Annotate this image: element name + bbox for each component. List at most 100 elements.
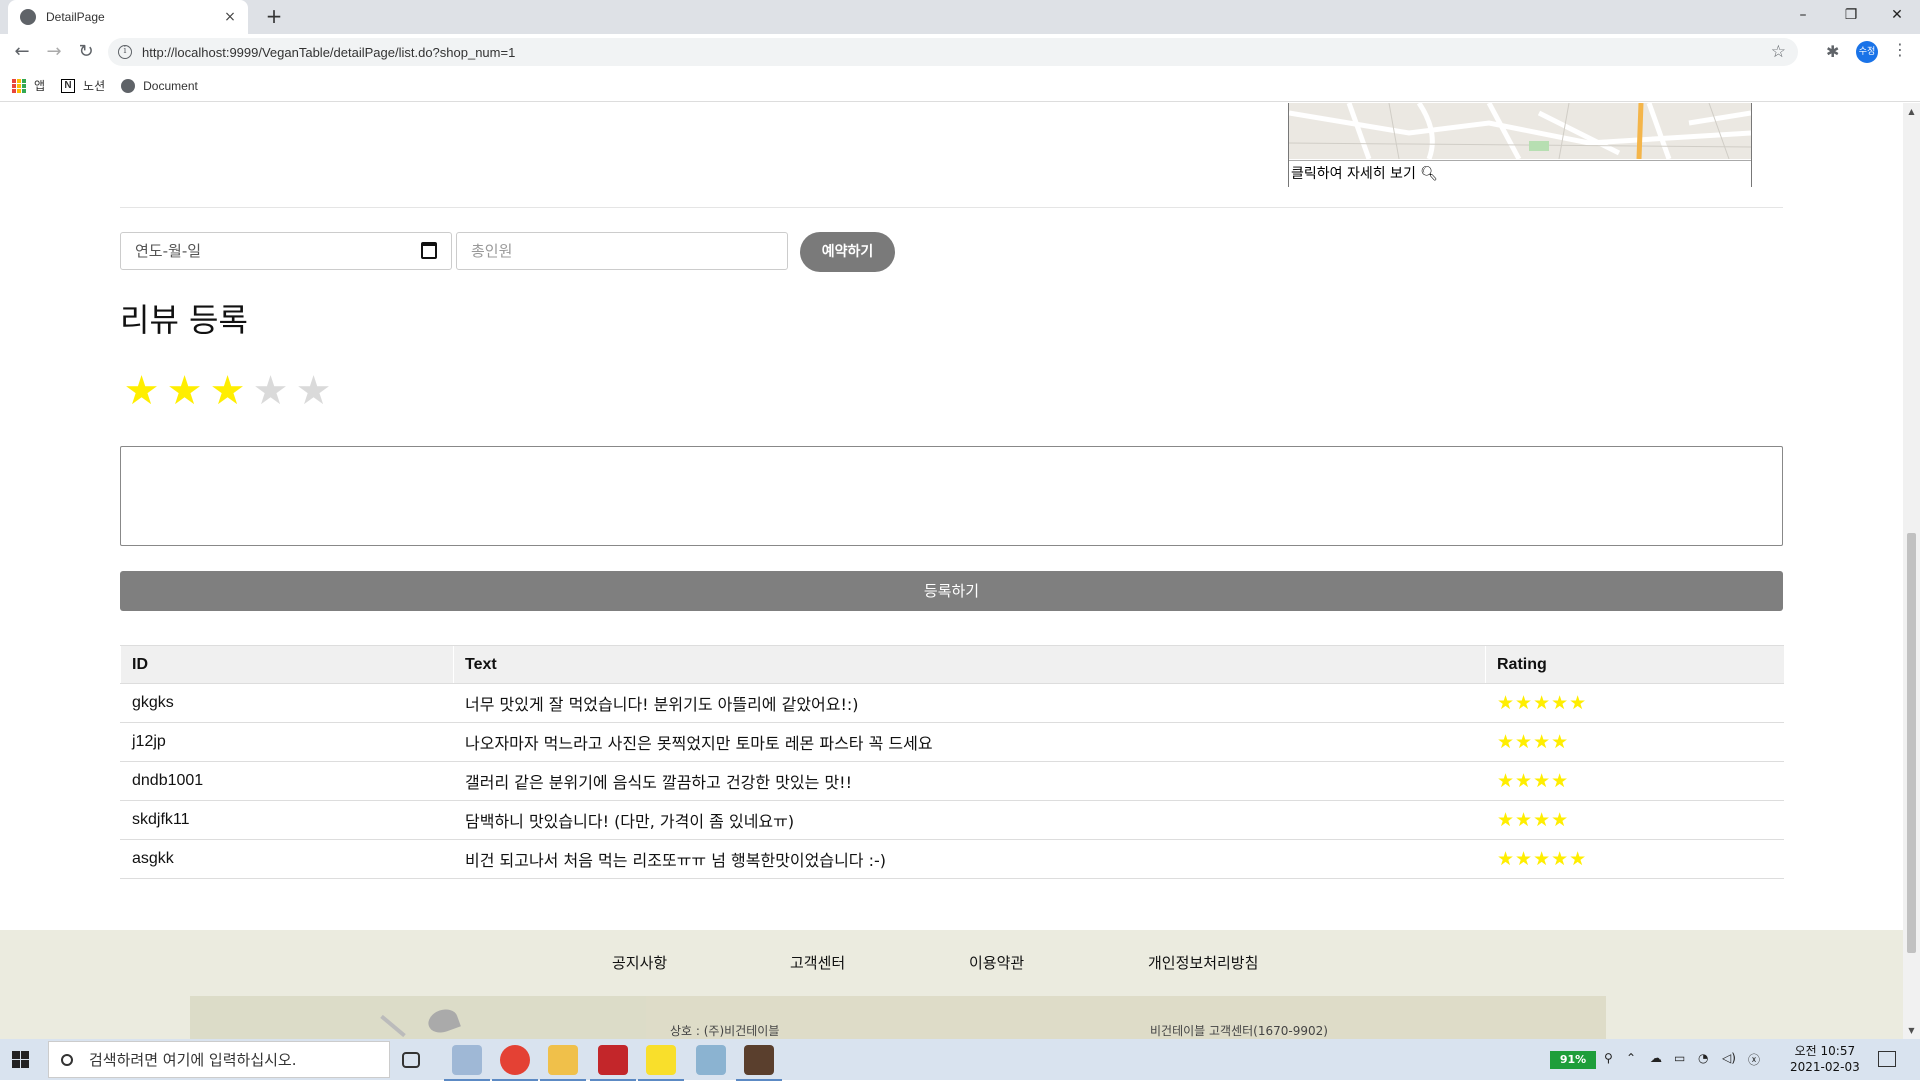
bookmark-notion[interactable]: N 노션: [61, 77, 105, 94]
scroll-up-arrow-icon[interactable]: ▲: [1903, 103, 1920, 120]
map-widget[interactable]: 클릭하여 자세히 보기 🔍︎: [1288, 103, 1752, 188]
date-placeholder: 연도-월-일: [135, 242, 202, 260]
review-text-cell: 비건 되고나서 처음 먹는 리조또ㅠㅠ 넘 행복한맛이었습니다 :-): [453, 839, 1486, 879]
notification-icon[interactable]: [1878, 1051, 1896, 1067]
extensions-puzzle-icon[interactable]: ✱: [1826, 42, 1839, 61]
url-text[interactable]: http://localhost:9999/VeganTable/detailP…: [142, 45, 1771, 60]
back-arrow-icon[interactable]: ←: [10, 40, 34, 64]
close-window-button[interactable]: ✕: [1874, 0, 1920, 30]
review-id-cell: j12jp: [120, 722, 454, 762]
chrome-icon[interactable]: [492, 1045, 538, 1081]
file-explorer-icon[interactable]: [540, 1045, 586, 1081]
zoom-in-icon: 🔍︎: [1420, 166, 1439, 182]
reserve-button[interactable]: 예약하기: [800, 232, 895, 272]
submit-review-button[interactable]: 등록하기: [120, 571, 1783, 611]
tray-icon[interactable]: ⚲: [1604, 1051, 1613, 1065]
map-image[interactable]: [1289, 103, 1751, 159]
leaf-icon: [425, 1005, 461, 1037]
taskbar-search-box[interactable]: 검색하려면 여기에 입력하십시오.: [48, 1041, 390, 1078]
restore-button[interactable]: ❐: [1828, 0, 1874, 30]
reservation-date-input[interactable]: 연도-월-일: [120, 232, 452, 270]
volume-icon[interactable]: ◁): [1722, 1051, 1736, 1065]
review-text-cell: 갤러리 같은 분위기에 음식도 깔끔하고 건강한 맛있는 맛!!: [453, 761, 1486, 801]
tab-strip: DetailPage × + – ❐ ✕: [0, 0, 1920, 34]
scroll-down-arrow-icon[interactable]: ▼: [1903, 1022, 1920, 1039]
game-app-icon[interactable]: [736, 1045, 782, 1081]
site-footer: 공지사항 고객센터 이용약관 개인정보처리방침 상호 : (주)비건테이블 비건…: [0, 930, 1903, 1039]
bookmark-document[interactable]: Document: [121, 78, 198, 93]
profile-avatar[interactable]: 수정: [1856, 41, 1878, 63]
star-5-icon[interactable]: ★: [292, 369, 335, 413]
clock-time: 오전 10:57: [1794, 1044, 1856, 1058]
globe-icon: [20, 9, 36, 25]
bookmark-apps[interactable]: 앱: [12, 77, 45, 94]
company-info-text: 상호 : (주)비건테이블: [670, 1024, 780, 1038]
review-text-cell: 담백하니 맛있습니다! (다만, 가격이 좀 있네요ㅠ): [453, 800, 1486, 840]
column-header-id: ID: [120, 645, 454, 684]
footer-link-terms[interactable]: 이용약관: [969, 952, 1024, 973]
kakaotalk-icon[interactable]: [638, 1045, 684, 1081]
rating-stars-icon: ★★★★: [1497, 809, 1570, 831]
menu-dots-icon[interactable]: ⋮: [1892, 40, 1908, 59]
browser-toolbar: ← → ↻ i http://localhost:9999/VeganTable…: [0, 34, 1920, 70]
review-id-cell: dndb1001: [120, 761, 454, 801]
footer-link-support[interactable]: 고객센터: [790, 952, 845, 973]
tab-detailpage[interactable]: DetailPage ×: [8, 0, 248, 34]
filezilla-icon[interactable]: [590, 1045, 636, 1081]
review-rating-cell: ★★★★★: [1485, 683, 1784, 723]
review-textarea[interactable]: [120, 446, 1783, 546]
map-caption-label: 클릭하여 자세히 보기: [1291, 166, 1416, 182]
footer-company-info: 상호 : (주)비건테이블: [646, 996, 1126, 1039]
language-icon[interactable]: ⓧ: [1748, 1051, 1760, 1068]
windows-start-icon[interactable]: [12, 1051, 29, 1068]
star-4-icon[interactable]: ★: [249, 369, 292, 413]
new-tab-button[interactable]: +: [262, 4, 286, 28]
cloud-icon[interactable]: ☁: [1650, 1051, 1662, 1065]
bookmark-star-icon[interactable]: ☆: [1771, 42, 1786, 62]
table-row: j12jp 나오자마자 먹느라고 사진은 못찍었지만 토마토 레몬 파스타 꼭 드…: [120, 722, 1784, 762]
support-info-text: 비건테이블 고객센터(1670-9902): [1150, 1024, 1328, 1038]
star-2-icon[interactable]: ★: [163, 369, 206, 413]
bookmark-document-label: Document: [143, 78, 198, 93]
minimize-button[interactable]: –: [1780, 0, 1826, 30]
review-text-cell: 너무 맛있게 잘 먹었습니다! 분위기도 아뜰리에 같았어요!:): [453, 683, 1486, 723]
star-1-icon[interactable]: ★: [120, 369, 163, 413]
taskbar-clock[interactable]: 오전 10:57 2021-02-03: [1790, 1043, 1860, 1075]
snipping-tool-icon[interactable]: [444, 1045, 490, 1081]
address-bar[interactable]: i http://localhost:9999/VeganTable/detai…: [108, 38, 1798, 66]
fork-icon: [380, 1014, 406, 1038]
clock-date: 2021-02-03: [1790, 1060, 1860, 1074]
footer-link-notice[interactable]: 공지사항: [612, 952, 667, 973]
notepad-icon[interactable]: [696, 1045, 726, 1075]
task-view-icon[interactable]: [402, 1052, 420, 1068]
section-divider: [120, 207, 1783, 208]
close-tab-icon[interactable]: ×: [222, 9, 238, 25]
battery-indicator[interactable]: 91%: [1550, 1051, 1596, 1069]
review-rating-cell: ★★★★: [1485, 800, 1784, 840]
review-section-title: 리뷰 등록: [120, 301, 248, 339]
table-row: dndb1001 갤러리 같은 분위기에 음식도 깔끔하고 건강한 맛있는 맛!!…: [120, 761, 1784, 801]
map-caption[interactable]: 클릭하여 자세히 보기 🔍︎: [1289, 160, 1751, 188]
network-icon[interactable]: ◔: [1698, 1051, 1708, 1065]
reload-icon[interactable]: ↻: [74, 40, 98, 64]
notion-icon: N: [61, 78, 76, 93]
apps-grid-icon: [12, 78, 26, 93]
star-3-icon[interactable]: ★: [206, 369, 249, 413]
rating-stars-icon: ★★★★: [1497, 731, 1570, 753]
review-rating-cell: ★★★★★: [1485, 839, 1784, 879]
footer-link-privacy[interactable]: 개인정보처리방침: [1148, 952, 1258, 973]
review-rating-cell: ★★★★: [1485, 722, 1784, 762]
forward-arrow-icon[interactable]: →: [42, 40, 66, 64]
tab-title: DetailPage: [46, 10, 105, 24]
reservation-people-input[interactable]: 총인원: [456, 232, 788, 270]
scrollbar-thumb[interactable]: [1907, 533, 1916, 953]
calendar-icon[interactable]: [421, 242, 437, 259]
show-hidden-icons-icon[interactable]: ⌃: [1626, 1051, 1636, 1065]
power-icon[interactable]: ▭: [1674, 1051, 1685, 1065]
page-scrollbar[interactable]: ▲ ▼: [1903, 103, 1920, 1039]
map-streets: [1289, 103, 1751, 159]
rating-star-selector[interactable]: ★ ★ ★ ★ ★: [120, 369, 335, 413]
review-id-cell: gkgks: [120, 683, 454, 723]
table-row: asgkk 비건 되고나서 처음 먹는 리조또ㅠㅠ 넘 행복한맛이었습니다 :-)…: [120, 839, 1784, 879]
info-icon[interactable]: i: [118, 45, 132, 59]
